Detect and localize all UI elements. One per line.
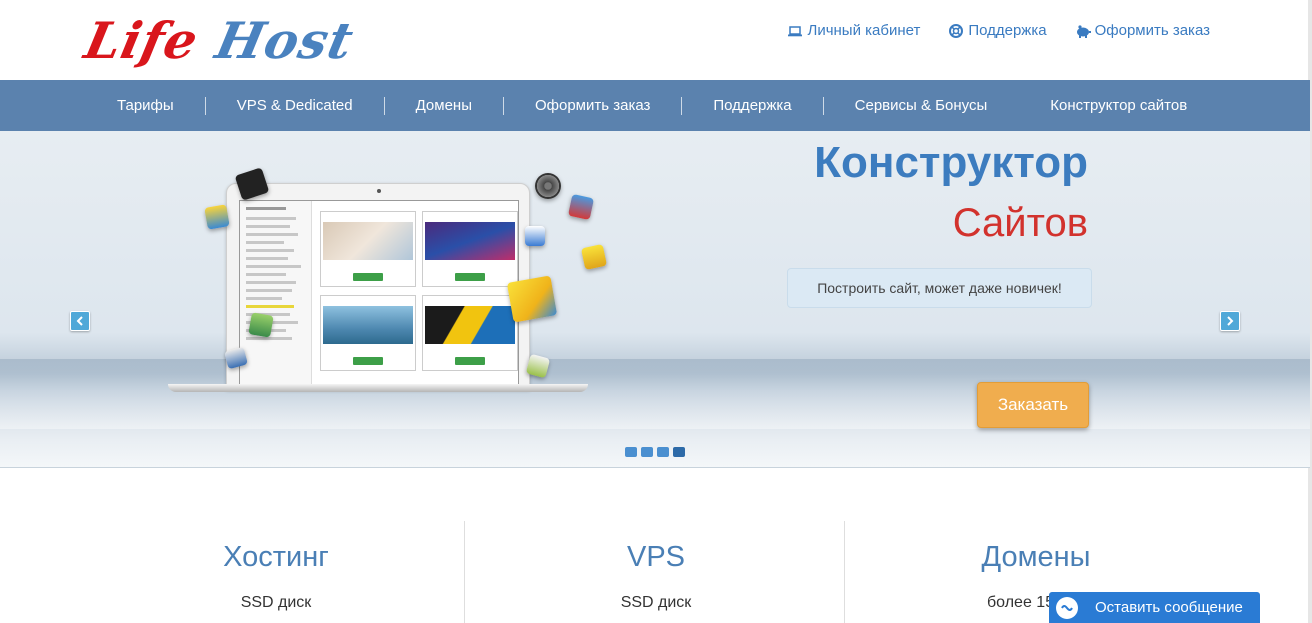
site-logo[interactable]: Life Host: [80, 4, 360, 70]
calendar-app-icon: [525, 226, 545, 246]
slider-pagination: [625, 447, 685, 457]
logo-word-life: Life: [79, 11, 204, 70]
order-link[interactable]: Оформить заказ: [1075, 22, 1210, 39]
laptop-base: [168, 384, 588, 392]
slide-title-secondary: Сайтов: [952, 201, 1088, 245]
yellow-app-icon: [580, 243, 608, 271]
photo-app-icon: [204, 204, 230, 230]
top-links: Личный кабинет Поддержка Оформить заказ: [787, 22, 1210, 39]
feature-divider: [464, 521, 465, 623]
feature-title: Хостинг: [223, 541, 329, 573]
image-app-icon: [248, 312, 274, 338]
laptop-display: [239, 200, 519, 386]
nav-item-domains[interactable]: Домены: [385, 97, 503, 114]
nav-item-site-builder[interactable]: Конструктор сайтов: [1019, 97, 1218, 114]
slide-title-primary: Конструктор: [814, 138, 1088, 187]
nav-item-order[interactable]: Оформить заказ: [504, 97, 681, 114]
chat-widget-button[interactable]: Оставить сообщение: [1049, 592, 1260, 623]
laptop-screen: [226, 183, 530, 390]
chat-icon-container: [1049, 592, 1085, 623]
account-link[interactable]: Личный кабинет: [787, 22, 920, 39]
screen-sidebar: [240, 201, 312, 385]
media-cube-icon: [506, 275, 558, 323]
logo-word-host: Host: [211, 11, 360, 70]
order-link-label: Оформить заказ: [1094, 22, 1210, 39]
feature-title: VPS: [626, 541, 686, 573]
feature-hosting[interactable]: Хостинг SSD диск: [86, 521, 466, 623]
slider-dot-2[interactable]: [641, 447, 653, 457]
chat-bubble-icon: [1061, 604, 1073, 611]
slider-dot-1[interactable]: [625, 447, 637, 457]
lifebuoy-icon: [949, 23, 964, 38]
piggy-bank-icon: [1076, 24, 1091, 38]
feature-vps[interactable]: VPS SSD диск: [466, 521, 846, 623]
support-link[interactable]: Поддержка: [948, 22, 1047, 39]
screen-card: [320, 295, 416, 371]
slider-next-button[interactable]: [1220, 311, 1240, 331]
chat-widget-label: Оставить сообщение: [1095, 599, 1243, 616]
main-nav: Тарифы VPS & Dedicated Домены Оформить з…: [0, 80, 1310, 131]
order-now-button[interactable]: Заказать: [977, 382, 1089, 428]
site-header: Life Host Личный кабинет Поддержка Оформ…: [0, 0, 1312, 80]
feature-title: Домены: [981, 541, 1091, 573]
screen-card: [422, 211, 518, 287]
slide-caption: Построить сайт, может даже новичек!: [787, 268, 1092, 308]
nav-item-support[interactable]: Поддержка: [682, 97, 822, 114]
nav-item-tariffs[interactable]: Тарифы: [86, 97, 205, 114]
slider-dot-3[interactable]: [657, 447, 669, 457]
laptop-camera: [377, 189, 381, 193]
account-link-label: Личный кабинет: [807, 22, 921, 39]
support-link-label: Поддержка: [968, 22, 1047, 39]
nav-item-vps-dedicated[interactable]: VPS & Dedicated: [206, 97, 384, 114]
chevron-right-icon: [1227, 316, 1234, 326]
feature-detail: SSD диск: [240, 594, 312, 611]
slider-dot-4[interactable]: [673, 447, 685, 457]
chevron-left-icon: [76, 316, 83, 326]
slider-prev-button[interactable]: [70, 311, 90, 331]
film-reel-icon: [535, 173, 561, 199]
laptop-icon: [788, 25, 803, 36]
chart-app-icon: [567, 193, 595, 221]
feature-detail: SSD диск: [620, 594, 692, 611]
screen-card: [320, 211, 416, 287]
feature-divider: [844, 521, 845, 623]
hero-slider: Конструктор Сайтов Построить сайт, может…: [0, 131, 1310, 468]
nav-item-services-bonuses[interactable]: Сервисы & Бонусы: [824, 97, 1019, 114]
screen-card: [422, 295, 518, 371]
